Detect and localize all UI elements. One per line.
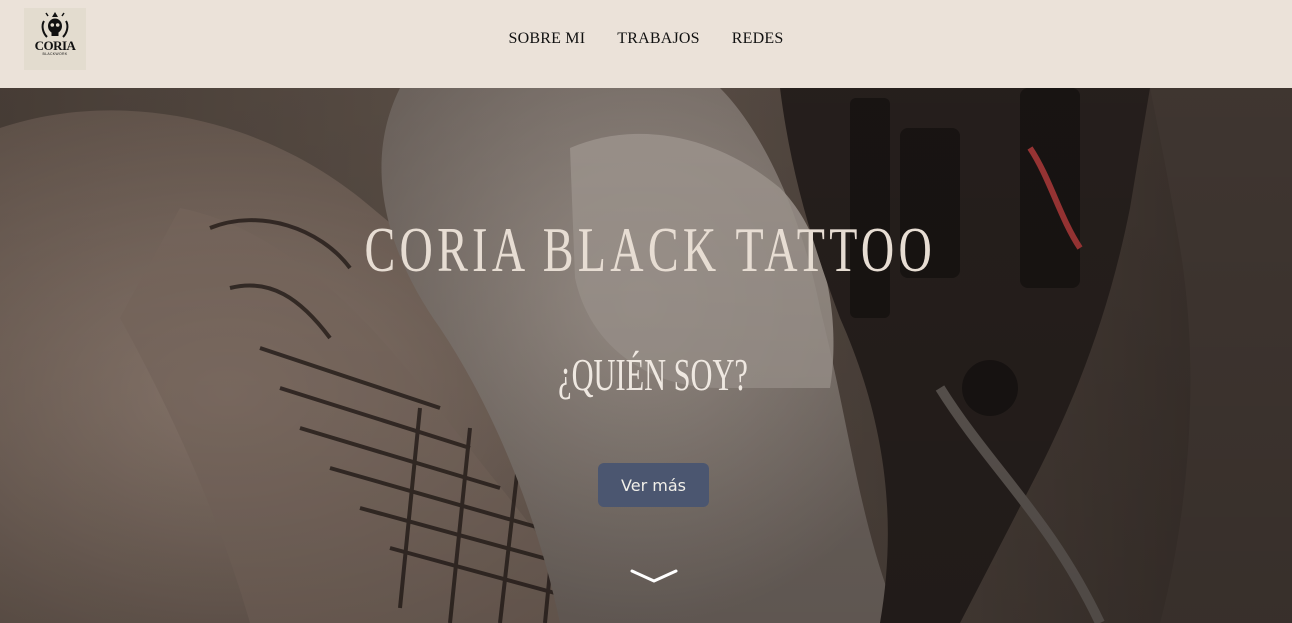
nav-item-trabajos[interactable]: TRABAJOS	[617, 30, 700, 48]
hero-title: CORIA BLACK TATTOO	[364, 214, 937, 285]
nav-item-redes[interactable]: REDES	[732, 30, 784, 48]
main-nav: SOBRE MI TRABAJOS REDES	[0, 0, 1292, 78]
site-header: CORIA BLACKWORK SOBRE MI TRABAJOS REDES	[0, 0, 1292, 88]
nav-item-sobre-mi[interactable]: SOBRE MI	[509, 30, 586, 48]
chevron-down-icon[interactable]	[630, 568, 678, 584]
hero-section: CORIA BLACK TATTOO ¿QUIÉN SOY? Ver más	[0, 88, 1292, 623]
ver-mas-button[interactable]: Ver más	[598, 463, 709, 507]
hero-subtitle: ¿QUIÉN SOY?	[558, 349, 748, 400]
